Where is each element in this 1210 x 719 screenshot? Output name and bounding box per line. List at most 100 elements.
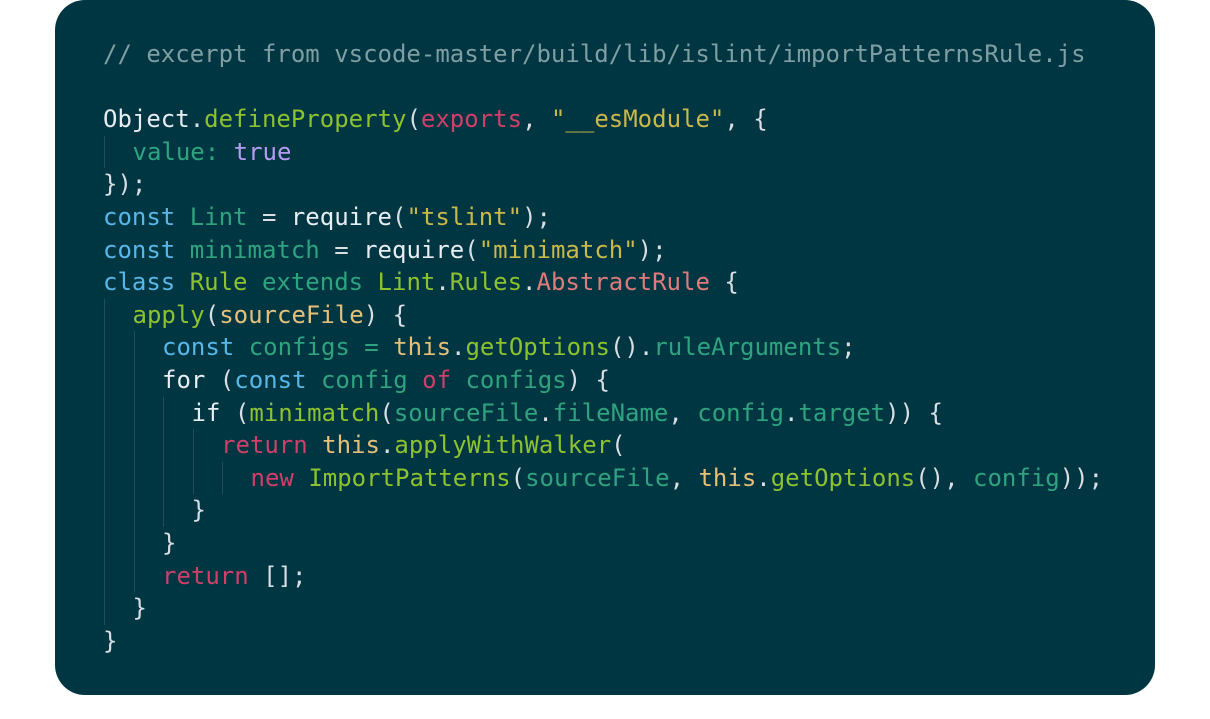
code-token-boolean: true — [233, 137, 292, 166]
code-line-content: value: true — [103, 137, 292, 166]
code-token-plain: require — [363, 235, 465, 264]
code-line-content — [103, 73, 117, 101]
code-line: // excerpt from vscode-master/build/lib/… — [103, 38, 1103, 71]
code-token-punctuation: . — [522, 268, 537, 297]
code-line: } — [103, 592, 1103, 625]
code-line-content: class Rule extends Lint.Rules.AbstractRu… — [103, 268, 739, 296]
indent-guide — [163, 429, 164, 462]
code-block: // excerpt from vscode-master/build/lib/… — [103, 38, 1103, 657]
code-token-function: defineProperty — [204, 105, 407, 134]
indent-guide — [192, 461, 194, 495]
code-token-this: sourceFile — [219, 300, 364, 329]
code-token-punctuation: )) { — [885, 398, 943, 427]
code-token-this: this — [393, 333, 452, 362]
code-token-punctuation: } — [103, 626, 118, 655]
code-token-function: Rules — [449, 268, 523, 297]
code-line-content: const minimatch = require("minimatch"); — [103, 236, 667, 264]
indent-guide — [104, 461, 105, 495]
code-token-punctuation: ( — [204, 300, 220, 329]
code-line — [103, 71, 1103, 104]
code-token-function: getOptions — [465, 333, 610, 362]
code-token-punctuation: ) { — [566, 365, 610, 394]
indent-guide — [163, 461, 164, 495]
code-token-punctuation: , — [669, 463, 699, 492]
code-token-punctuation: ( — [205, 365, 235, 394]
code-token-punctuation: , { — [724, 105, 768, 134]
indent-guide — [133, 559, 135, 593]
code-line: new ImportPatterns(sourceFile, this.getO… — [103, 461, 1104, 495]
code-line: if (minimatch(sourceFile.fileName, confi… — [103, 396, 1103, 430]
code-line: const minimatch = require("minimatch"); — [103, 234, 1103, 267]
code-token-punctuation: (), — [915, 463, 974, 492]
code-token-keyword: class — [103, 268, 176, 297]
indent-guide — [163, 494, 164, 527]
code-token-punctuation: ( — [510, 463, 526, 492]
code-token-variable: value — [132, 137, 205, 166]
code-line-content: for (const config of configs) { — [103, 366, 610, 394]
code-token-control: of — [422, 365, 452, 394]
code-token-plain: for — [162, 365, 206, 394]
code-line-content: if (minimatch(sourceFile.fileName, confi… — [103, 399, 943, 427]
code-token-punctuation: . — [756, 463, 771, 492]
code-token-comment: // excerpt from vscode-master/build/lib/… — [103, 40, 1086, 68]
code-token-punctuation: ; — [841, 333, 856, 362]
code-token-punctuation: , — [668, 398, 698, 427]
indent-guide — [133, 331, 135, 364]
code-line-content: apply(sourceFile) { — [103, 300, 408, 329]
indent-guide — [133, 429, 135, 462]
indent-guide — [104, 331, 105, 364]
code-token-variable: Lint — [189, 202, 248, 231]
code-token-punctuation: } — [191, 496, 206, 525]
code-token-punctuation: } — [132, 594, 147, 623]
indent-guide — [133, 494, 135, 527]
code-token-variable: = — [349, 333, 394, 362]
indent-guide — [222, 461, 223, 495]
code-token-variable: sourceFile — [393, 398, 539, 427]
code-token-keyword: const — [234, 365, 307, 394]
indent-guide — [104, 396, 105, 430]
code-line-content: } — [103, 594, 147, 622]
indent-guide — [104, 494, 105, 527]
code-token-punctuation: ( — [406, 105, 421, 134]
code-token-plain: if — [191, 398, 221, 427]
code-token-function: minimatch — [249, 398, 380, 427]
code-token-punctuation: = — [319, 235, 364, 264]
code-token-string: "__esModule" — [550, 105, 725, 134]
code-token-punctuation: . — [435, 268, 450, 297]
code-token-variable: extends — [247, 268, 378, 297]
code-token-control: exports — [420, 105, 523, 134]
code-token-punctuation: . — [538, 398, 553, 427]
code-token-function: applyWithWalker — [394, 431, 612, 460]
indent-guide — [133, 461, 135, 495]
code-line-content: const Lint = require("tslint"); — [103, 203, 551, 231]
code-token-function: getOptions — [770, 463, 916, 492]
code-line-content: new ImportPatterns(sourceFile, this.getO… — [103, 463, 1104, 492]
code-line: } — [103, 526, 1103, 560]
code-token-keyword: const — [103, 235, 176, 264]
indent-guide — [163, 396, 164, 430]
code-line: value: true — [103, 135, 1103, 169]
code-token-punctuation: )); — [1059, 463, 1104, 492]
code-token-control: return — [221, 431, 308, 460]
code-token-punctuation: . — [379, 431, 395, 460]
code-line: const configs = this.getOptions().ruleAr… — [103, 331, 1103, 364]
code-token-class: AbstractRule — [536, 268, 710, 297]
code-token-string: "minimatch" — [478, 235, 638, 264]
code-line-content: } — [103, 627, 117, 655]
code-token-keyword: const — [103, 202, 176, 231]
code-token-variable: config — [973, 463, 1060, 492]
indent-guide — [104, 592, 105, 625]
indent-guide — [133, 396, 135, 430]
code-token-punctuation: ); — [637, 235, 667, 264]
code-token-variable: config — [697, 398, 784, 427]
code-token-variable: sourceFile — [525, 463, 670, 492]
code-line-content: }); — [103, 170, 146, 198]
code-line-content: return this.applyWithWalker( — [103, 431, 626, 459]
